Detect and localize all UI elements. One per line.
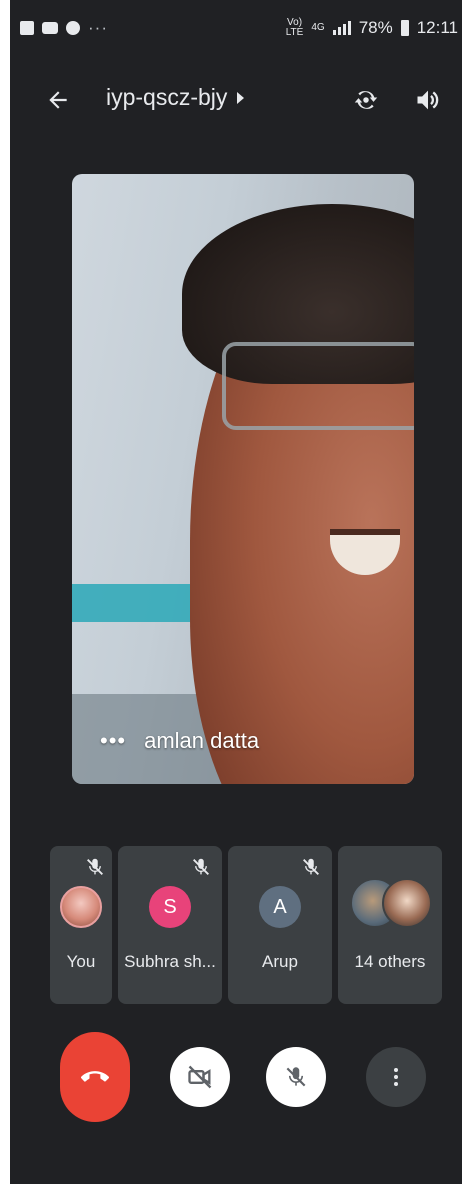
mic-off-icon: [303, 858, 319, 875]
call-header: iyp-qscz-bjy: [10, 70, 462, 130]
end-call-button[interactable]: [60, 1032, 130, 1122]
video-off-icon: [188, 1065, 212, 1089]
volume-up-icon: [417, 90, 439, 110]
call-controls: [10, 1032, 462, 1122]
mic-off-icon: [87, 858, 103, 875]
avatar: A: [259, 886, 301, 928]
more-vert-icon: [394, 1068, 398, 1086]
tile-others[interactable]: 14 others: [338, 846, 442, 1004]
notification-icons: ···: [20, 18, 108, 38]
overflow-notifications: ···: [88, 18, 108, 37]
mic-off-icon: [286, 1067, 306, 1087]
meeting-code: iyp-qscz-bjy: [106, 84, 228, 110]
gallery-icon: [20, 21, 34, 35]
more-options-icon[interactable]: •••: [100, 728, 126, 754]
participant-glasses: [222, 342, 414, 430]
call-end-icon: [81, 1071, 109, 1082]
switch-camera-button[interactable]: [346, 80, 386, 120]
others-avatars: [350, 878, 432, 928]
meet-call-screen: ··· Vo) LTE 4G 78% 12:11 iyp-qscz-bjy ••…: [10, 0, 462, 1184]
arrow-back-icon: [49, 91, 67, 109]
meeting-code-button[interactable]: iyp-qscz-bjy: [106, 84, 245, 111]
mic-off-icon: [193, 858, 209, 875]
tile-name: Arup: [262, 952, 298, 971]
more-options-button[interactable]: [366, 1047, 426, 1107]
main-video-feed[interactable]: ••• amlan datta: [72, 174, 414, 784]
data-type-indicator: 4G: [311, 22, 325, 33]
battery-percent: 78%: [358, 18, 393, 37]
facebook-icon: [66, 21, 80, 35]
main-video-label: ••• amlan datta: [100, 728, 259, 754]
system-indicators: Vo) LTE 4G 78% 12:11: [286, 18, 458, 38]
youtube-icon: [42, 22, 58, 34]
tile-name: You: [66, 952, 96, 971]
tile-subhra[interactable]: S Subhra sh...: [118, 846, 222, 1004]
tile-arup[interactable]: A Arup: [228, 846, 332, 1004]
tile-name: 14 others: [354, 952, 426, 971]
tile-name: Subhra sh...: [124, 952, 216, 971]
volte-indicator: Vo) LTE: [286, 18, 304, 38]
avatar: [60, 886, 102, 928]
clock: 12:11: [416, 18, 458, 37]
tile-you[interactable]: You: [50, 846, 112, 1004]
mic-toggle-button[interactable]: [266, 1047, 326, 1107]
switch-camera-icon: [354, 91, 378, 109]
participant-tiles: You S Subhra sh... A Arup 14 others: [50, 846, 442, 1004]
speaker-button[interactable]: [408, 80, 448, 120]
back-button[interactable]: [40, 82, 76, 118]
avatar: S: [149, 886, 191, 928]
camera-toggle-button[interactable]: [170, 1047, 230, 1107]
avatar: [382, 878, 432, 928]
status-bar: ··· Vo) LTE 4G 78% 12:11: [10, 0, 462, 56]
battery-icon: [400, 20, 409, 36]
caret-right-icon: [237, 91, 245, 104]
lte-label: LTE: [285, 27, 304, 38]
main-participant-name: amlan datta: [144, 728, 260, 753]
signal-icon: [332, 21, 351, 35]
